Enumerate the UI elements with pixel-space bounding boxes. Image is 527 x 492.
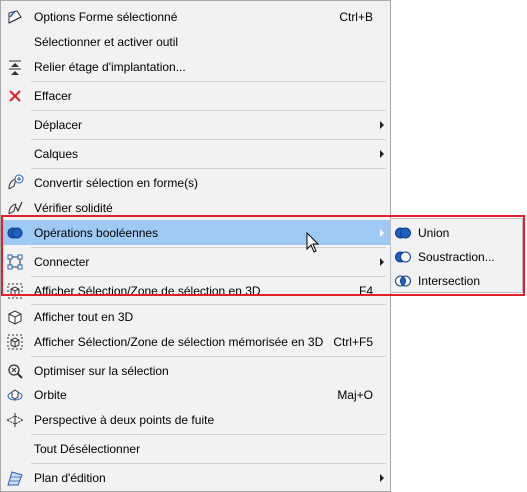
submenu-arrow-icon xyxy=(380,474,384,482)
union-icon xyxy=(394,225,412,241)
fit-selection-icon xyxy=(6,362,24,380)
menu-item-label: Effacer xyxy=(34,89,72,103)
menu-item-deselect-all[interactable]: Tout Désélectionner xyxy=(1,437,390,461)
mouse-cursor-icon xyxy=(306,232,320,253)
menu-item-label: Connecter xyxy=(34,255,90,269)
menu-separator xyxy=(31,356,386,357)
menu-item-label: Relier étage d'implantation... xyxy=(34,60,186,74)
submenu-arrow-icon xyxy=(380,258,384,266)
menu-item-label: Perspective à deux points de fuite xyxy=(34,413,215,427)
boolean-operations-icon xyxy=(6,224,24,242)
menu-item-move[interactable]: Déplacer xyxy=(1,113,390,137)
menu-separator xyxy=(31,276,386,277)
subtraction-icon xyxy=(394,249,412,265)
menu-separator xyxy=(31,247,386,248)
menu-item-link-home-story[interactable]: Relier étage d'implantation... xyxy=(1,55,390,79)
home-story-link-icon xyxy=(6,58,24,76)
menu-separator xyxy=(31,110,386,111)
menu-item-boolean-operations[interactable]: Opérations booléennes xyxy=(1,220,390,245)
menu-item-label: Plan d'édition xyxy=(34,471,106,485)
menu-item-shortcut: Ctrl+B xyxy=(339,10,373,24)
menu-item-shortcut: Ctrl+F5 xyxy=(333,335,373,349)
context-menu: Options Forme sélectionné Ctrl+B Sélecti… xyxy=(0,0,391,492)
menu-item-label: Afficher tout en 3D xyxy=(34,310,134,324)
menu-item-select-activate-tool[interactable]: Sélectionner et activer outil xyxy=(1,30,390,54)
menu-item-connect[interactable]: Connecter xyxy=(1,250,390,274)
menu-item-label: Déplacer xyxy=(34,118,83,132)
menu-item-label: Tout Désélectionner xyxy=(34,442,141,456)
menu-separator xyxy=(31,463,386,464)
submenu-item-label: Union xyxy=(418,226,450,240)
menu-item-two-point-perspective[interactable]: Perspective à deux points de fuite xyxy=(1,408,390,432)
menu-item-label: Orbite xyxy=(34,388,67,402)
show-all-3d-icon xyxy=(6,308,24,326)
two-point-perspective-icon xyxy=(5,411,25,429)
menu-item-check-solidity[interactable]: Vérifier solidité xyxy=(1,196,390,220)
menu-item-shape-options[interactable]: Options Forme sélectionné Ctrl+B xyxy=(1,5,390,29)
connect-icon xyxy=(6,253,24,271)
submenu-item-subtraction[interactable]: Soustraction... xyxy=(391,245,522,269)
menu-item-shortcut: F4 xyxy=(358,284,373,298)
menu-separator xyxy=(31,81,386,82)
menu-item-convert-to-shape[interactable]: Convertir sélection en forme(s) xyxy=(1,171,390,195)
menu-separator xyxy=(31,139,386,140)
submenu-item-union[interactable]: Union xyxy=(391,221,522,245)
submenu-item-intersection[interactable]: Intersection xyxy=(391,269,522,293)
menu-item-label: Afficher Sélection/Zone de sélection mém… xyxy=(34,335,324,349)
menu-item-label: Afficher Sélection/Zone de sélection en … xyxy=(34,284,261,298)
intersection-icon xyxy=(394,273,412,289)
menu-item-label: Calques xyxy=(34,147,79,161)
boolean-operations-submenu: Union Soustraction... Intersection xyxy=(390,218,523,293)
submenu-item-label: Intersection xyxy=(418,274,481,288)
check-solidity-icon xyxy=(6,199,24,217)
submenu-arrow-icon xyxy=(380,121,384,129)
menu-item-editing-plane[interactable]: Plan d'édition xyxy=(1,466,390,490)
submenu-item-label: Soustraction... xyxy=(418,250,495,264)
orbit-icon xyxy=(6,386,24,404)
menu-item-delete[interactable]: Effacer xyxy=(1,84,390,108)
menu-item-label: Options Forme sélectionné xyxy=(34,10,178,24)
menu-item-shortcut: Maj+O xyxy=(337,388,373,402)
menu-separator xyxy=(31,168,386,169)
menu-item-layers[interactable]: Calques xyxy=(1,142,390,166)
menu-separator xyxy=(31,434,386,435)
editing-plane-icon xyxy=(6,469,24,487)
menu-item-orbit[interactable]: Orbite Maj+O xyxy=(1,383,390,407)
menu-item-show-stored-selection-3d[interactable]: Afficher Sélection/Zone de sélection mém… xyxy=(1,330,390,354)
menu-item-fit-selection[interactable]: Optimiser sur la sélection xyxy=(1,359,390,383)
submenu-arrow-icon xyxy=(380,228,384,237)
shape-options-icon xyxy=(6,8,24,26)
menu-item-label: Vérifier solidité xyxy=(34,201,113,215)
menu-item-show-selection-3d[interactable]: Afficher Sélection/Zone de sélection en … xyxy=(1,279,390,303)
menu-item-label: Convertir sélection en forme(s) xyxy=(34,176,199,190)
show-selection-3d-icon xyxy=(6,282,24,300)
menu-item-label: Sélectionner et activer outil xyxy=(34,35,179,49)
delete-x-icon xyxy=(6,87,24,105)
submenu-arrow-icon xyxy=(380,150,384,158)
show-stored-selection-3d-icon xyxy=(6,333,24,351)
menu-item-show-all-3d[interactable]: Afficher tout en 3D xyxy=(1,305,390,329)
convert-to-shape-icon xyxy=(6,174,24,192)
menu-item-label: Optimiser sur la sélection xyxy=(34,364,169,378)
menu-item-label: Opérations booléennes xyxy=(34,225,159,240)
